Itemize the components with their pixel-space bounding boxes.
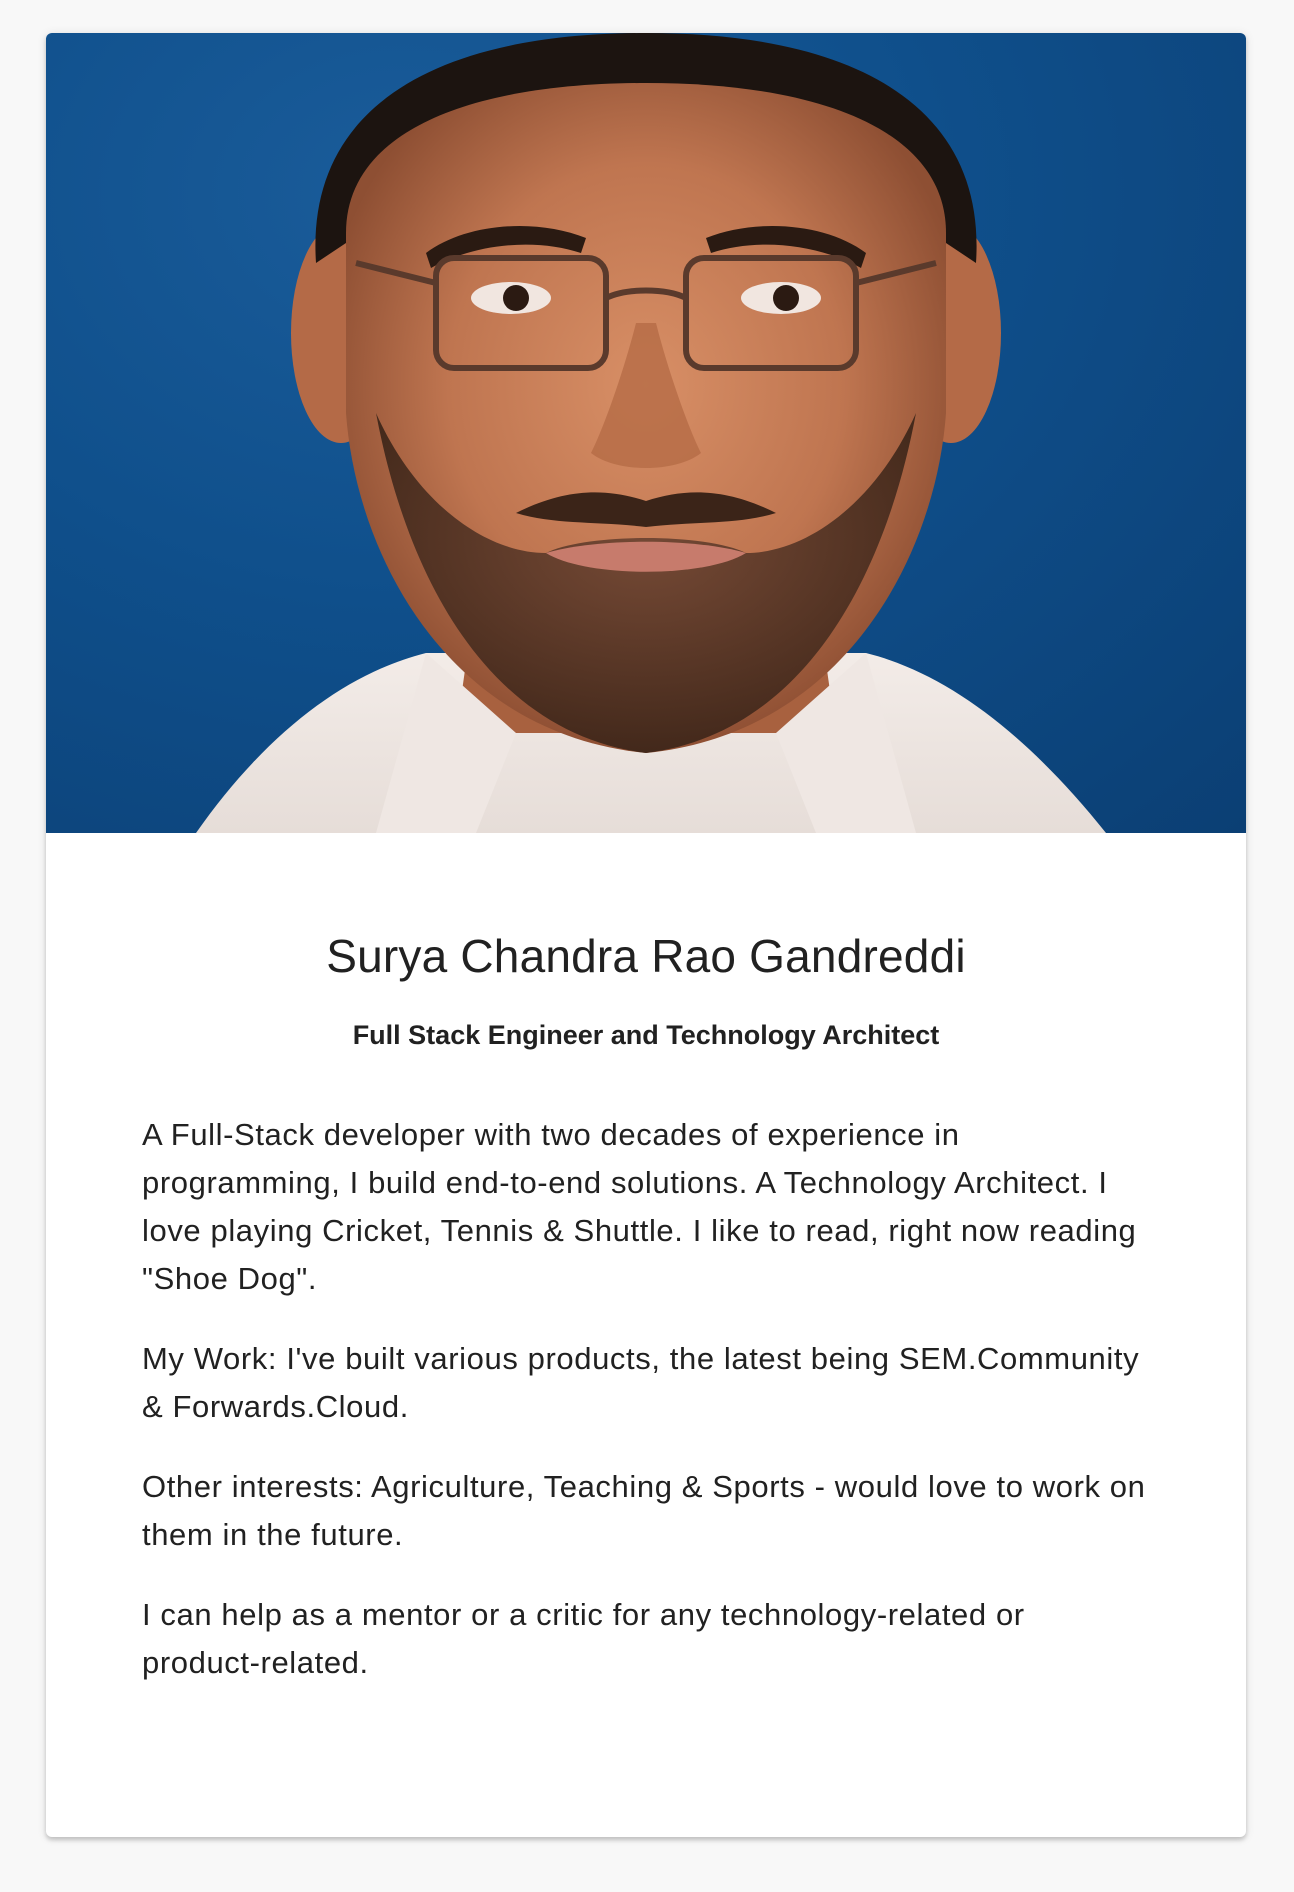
profile-bio: A Full-Stack developer with two decades … — [142, 1111, 1150, 1687]
profile-name: Surya Chandra Rao Gandreddi — [326, 930, 966, 982]
profile-photo — [46, 33, 1246, 833]
bio-paragraph: I can help as a mentor or a critic for a… — [142, 1597, 1025, 1681]
profile-title: Full Stack Engineer and Technology Archi… — [352, 1020, 940, 1051]
profile-content: Surya Chandra Rao Gandreddi Full Stack E… — [46, 833, 1246, 1687]
bio-paragraph: My Work: I've built various products, th… — [142, 1341, 1140, 1425]
profile-card: Surya Chandra Rao Gandreddi Full Stack E… — [46, 33, 1246, 1837]
portrait-illustration — [196, 33, 1106, 833]
bio-paragraph: A Full-Stack developer with two decades … — [142, 1117, 1137, 1297]
bio-paragraph: Other interests: Agriculture, Teaching &… — [142, 1469, 1146, 1553]
